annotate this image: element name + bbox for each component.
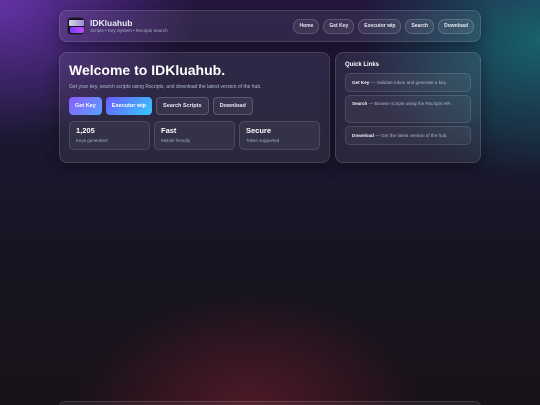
stat-security: Secure Token supported bbox=[239, 121, 320, 150]
stat-speed: Fast Mobile friendly bbox=[154, 121, 235, 150]
footer-panel bbox=[59, 401, 481, 405]
quick-link-text: — Get the latest version of the hub. bbox=[375, 133, 448, 138]
quick-link-search[interactable]: Search — Browse scripts using the Rscrip… bbox=[345, 95, 471, 123]
quick-link-name: Get Key bbox=[352, 80, 370, 85]
hero-actions: Get Key Executor wip Search Scripts Down… bbox=[69, 97, 320, 115]
site-title: IDKluahub bbox=[90, 18, 133, 28]
stat-value: Fast bbox=[161, 126, 177, 135]
top-nav: Home Get Key Executor wip Search Downloa… bbox=[293, 18, 474, 34]
quick-links-card: Quick Links Get Key — Validate token and… bbox=[335, 52, 481, 163]
stat-label: Mobile friendly bbox=[161, 138, 191, 143]
nav-get-key[interactable]: Get Key bbox=[323, 18, 355, 34]
site-header: IDKluahub Scripts • Key System • Rscript… bbox=[59, 10, 481, 42]
hero-description: Get your key, search scripts using Rscri… bbox=[69, 84, 262, 90]
hero-title: Welcome to IDKluahub. bbox=[69, 62, 226, 78]
executor-button[interactable]: Executor wip bbox=[105, 97, 153, 115]
stat-keys: 1,205 Keys generated bbox=[69, 121, 150, 150]
quick-link-name: Search bbox=[352, 101, 368, 106]
nav-executor[interactable]: Executor wip bbox=[358, 18, 402, 34]
quick-link-text: — Validate token and generate a key. bbox=[370, 80, 447, 85]
download-button[interactable]: Download bbox=[212, 97, 253, 115]
quick-link-text: — Browse scripts using the Rscripts API. bbox=[368, 101, 452, 106]
nav-search[interactable]: Search bbox=[405, 18, 435, 34]
search-scripts-button[interactable]: Search Scripts bbox=[156, 97, 209, 115]
stat-value: 1,205 bbox=[76, 126, 95, 135]
hub-logo[interactable] bbox=[67, 17, 85, 35]
brand: IDKluahub Scripts • Key System • Rscript… bbox=[90, 18, 168, 34]
quick-links-title: Quick Links bbox=[345, 62, 380, 68]
quick-link-download[interactable]: Download — Get the latest version of the… bbox=[345, 126, 471, 145]
get-key-button[interactable]: Get Key bbox=[69, 97, 102, 115]
stat-value: Secure bbox=[246, 126, 272, 135]
quick-link-name: Download bbox=[352, 133, 374, 138]
quick-link-get-key[interactable]: Get Key — Validate token and generate a … bbox=[345, 73, 471, 92]
nav-download[interactable]: Download bbox=[438, 18, 474, 34]
hero-card: Welcome to IDKluahub. Get your key, sear… bbox=[59, 52, 330, 163]
site-subtitle: Scripts • Key System • Rscripts Search bbox=[90, 28, 168, 33]
stat-label: Keys generated bbox=[76, 138, 108, 143]
stat-label: Token supported bbox=[246, 138, 280, 143]
stats-row: 1,205 Keys generated Fast Mobile friendl… bbox=[69, 121, 320, 150]
nav-home[interactable]: Home bbox=[293, 18, 320, 34]
